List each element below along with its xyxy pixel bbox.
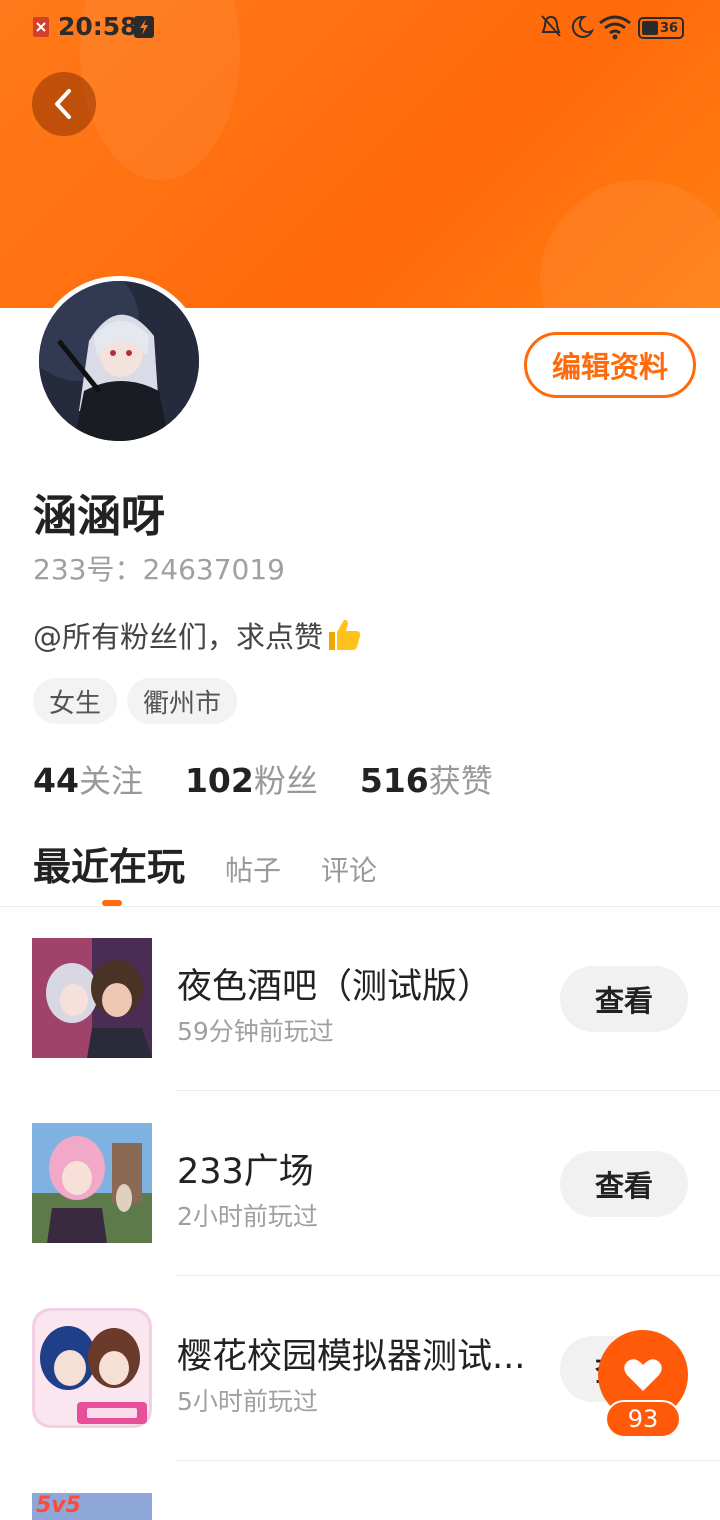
status-bar: 20:58 36 xyxy=(0,0,720,56)
row-divider xyxy=(176,1460,720,1461)
game-last-played: 59分钟前玩过 xyxy=(177,1017,334,1046)
game-title: 233广场 xyxy=(177,1152,314,1192)
bio-text: @所有粉丝们，求点赞 xyxy=(33,620,324,654)
username: 涵涵呀 xyxy=(33,491,165,542)
notification-app-icon xyxy=(134,16,154,38)
dnd-moon-icon xyxy=(571,15,594,38)
stat-likes[interactable]: 516 获赞 xyxy=(360,756,493,802)
game-list-item[interactable]: 233广场 2小时前玩过 查看 xyxy=(0,1123,720,1307)
view-game-button[interactable]: 查看 xyxy=(560,966,688,1032)
game-badge: 5v5 xyxy=(36,1493,81,1518)
stat-followers-label: 粉丝 xyxy=(253,762,318,800)
battery-fill xyxy=(642,21,658,35)
wifi-icon xyxy=(599,15,631,40)
tab-comments[interactable]: 评论 xyxy=(321,849,377,889)
stat-following[interactable]: 44 关注 xyxy=(33,756,143,802)
like-count-badge: 93 xyxy=(605,1400,681,1438)
edit-profile-button[interactable]: 编辑资料 xyxy=(524,332,696,398)
battery-icon: 36 xyxy=(638,17,684,39)
battery-level: 36 xyxy=(660,20,679,36)
game-thumbnail xyxy=(32,938,152,1058)
tag-gender: 女生 xyxy=(33,678,118,724)
row-divider xyxy=(176,1090,720,1091)
profile-tags: 女生 衢州市 xyxy=(33,678,238,724)
heart-icon xyxy=(624,1359,662,1391)
tab-posts[interactable]: 帖子 xyxy=(225,849,281,889)
game-thumbnail xyxy=(32,1123,152,1243)
game-last-played: 5小时前玩过 xyxy=(177,1387,318,1416)
game-title: 夜色酒吧（测试版） xyxy=(177,967,493,1007)
stat-followers-count: 102 xyxy=(184,761,254,800)
profile-tabs: 最近在玩 帖子 评论 xyxy=(33,836,417,891)
stat-following-label: 关注 xyxy=(78,762,143,800)
tag-city: 衢州市 xyxy=(127,678,238,724)
game-thumbnail: 5v5 xyxy=(32,1493,152,1520)
sim-error-icon xyxy=(33,17,49,37)
avatar-image xyxy=(39,281,199,441)
game-last-played: 2小时前玩过 xyxy=(177,1202,318,1231)
stat-likes-label: 获赞 xyxy=(428,762,493,800)
back-button[interactable] xyxy=(32,72,96,136)
bio: @所有粉丝们，求点赞 xyxy=(33,614,363,656)
thumbs-up-icon xyxy=(329,619,361,650)
game-title: 樱花校园模拟器测试... xyxy=(177,1337,526,1377)
tabs-divider xyxy=(0,906,720,907)
banner-decor xyxy=(540,180,720,308)
game-thumbnail xyxy=(32,1308,152,1428)
stat-likes-count: 516 xyxy=(359,761,429,800)
game-list-item[interactable]: 5v5 xyxy=(0,1493,720,1520)
chevron-left-icon xyxy=(55,89,71,119)
avatar[interactable] xyxy=(34,276,204,446)
game-list-item[interactable]: 夜色酒吧（测试版） 59分钟前玩过 查看 xyxy=(0,938,720,1122)
profile-stats: 44 关注 102 粉丝 516 获赞 xyxy=(33,756,535,802)
stat-followers[interactable]: 102 粉丝 xyxy=(185,756,318,802)
status-time: 20:58 xyxy=(58,12,138,41)
user-id: 233号：24637019 xyxy=(33,553,285,586)
view-game-button[interactable]: 查看 xyxy=(560,1151,688,1217)
bell-muted-icon xyxy=(541,15,561,37)
row-divider xyxy=(176,1275,720,1276)
tab-recently-played[interactable]: 最近在玩 xyxy=(33,836,185,891)
stat-following-count: 44 xyxy=(33,761,79,800)
